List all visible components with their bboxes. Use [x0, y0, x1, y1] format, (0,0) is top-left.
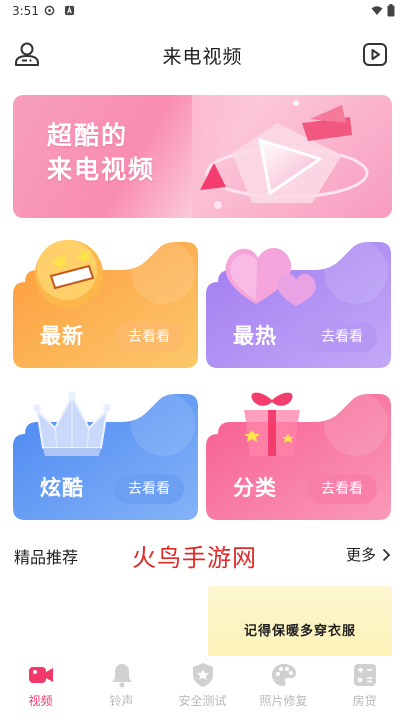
- banner-line-2: 来电视频: [47, 155, 156, 184]
- category-card-categories[interactable]: 分类 去看看: [206, 392, 391, 520]
- category-card-cool[interactable]: 炫酷 去看看: [13, 391, 198, 520]
- nav-label: 房贷: [352, 694, 377, 708]
- nav-label: 视频: [28, 694, 53, 708]
- category-card-newest[interactable]: 最新 去看看: [13, 240, 198, 368]
- hearts-icon: [225, 247, 316, 306]
- battery-icon: [387, 4, 395, 17]
- more-link[interactable]: 更多: [346, 544, 391, 565]
- category-label: 最新: [40, 324, 84, 348]
- wifi-icon: [371, 6, 383, 15]
- nav-label: 安全测试: [178, 694, 227, 708]
- go-see-button[interactable]: 去看看: [307, 322, 377, 352]
- category-label: 炫酷: [40, 476, 84, 500]
- calculator-icon: [353, 664, 376, 686]
- nav-item-security-test[interactable]: 安全测试: [162, 662, 243, 709]
- status-time: 3:51: [12, 4, 39, 18]
- nav-item-mortgage[interactable]: 房贷: [324, 662, 405, 709]
- recommend-caption: 记得保暖多穿衣服: [243, 624, 356, 639]
- category-card-hottest[interactable]: 最热 去看看: [206, 242, 391, 368]
- video-play-icon[interactable]: [361, 40, 389, 68]
- banner-line-1: 超酷的: [47, 121, 129, 150]
- video-icon: [28, 667, 53, 683]
- crown-icon: [33, 391, 111, 456]
- gift-box-icon: [244, 392, 300, 456]
- shield-icon: [192, 663, 213, 687]
- nav-item-video[interactable]: 视频: [0, 662, 81, 709]
- nav-label: 照片修复: [259, 694, 308, 708]
- bell-icon: [111, 664, 132, 688]
- recommend-card[interactable]: 记得保暖多穿衣服: [208, 586, 392, 656]
- emoji-face-icon: [35, 240, 103, 308]
- bottom-nav: 视频 铃声 安全测试 照片修复 房贷: [0, 656, 405, 720]
- watermark-text: 火鸟手游网: [132, 544, 257, 572]
- section-title: 精品推荐: [14, 548, 79, 567]
- page-title: 来电视频: [162, 46, 243, 68]
- status-bar: 3:51: [0, 0, 405, 22]
- chevron-right-icon: [382, 548, 391, 561]
- promo-banner[interactable]: 超酷的 来电视频: [13, 95, 392, 218]
- go-see-button[interactable]: 去看看: [114, 474, 184, 504]
- nav-label: 铃声: [109, 694, 134, 708]
- sync-icon: [44, 5, 55, 16]
- nav-item-ringtone[interactable]: 铃声: [81, 662, 162, 709]
- go-see-button[interactable]: 去看看: [114, 322, 184, 352]
- app-header: 来电视频: [0, 30, 405, 78]
- category-label: 分类: [233, 476, 277, 500]
- nav-item-photo-repair[interactable]: 照片修复: [243, 662, 324, 709]
- go-see-button[interactable]: 去看看: [307, 474, 377, 504]
- more-label: 更多: [345, 546, 376, 564]
- palette-icon: [271, 664, 296, 686]
- banner-play-illustration: [192, 95, 392, 218]
- category-label: 最热: [233, 324, 277, 348]
- banner-text: 超酷的 来电视频: [47, 119, 155, 187]
- app-notification-icon: [64, 5, 75, 16]
